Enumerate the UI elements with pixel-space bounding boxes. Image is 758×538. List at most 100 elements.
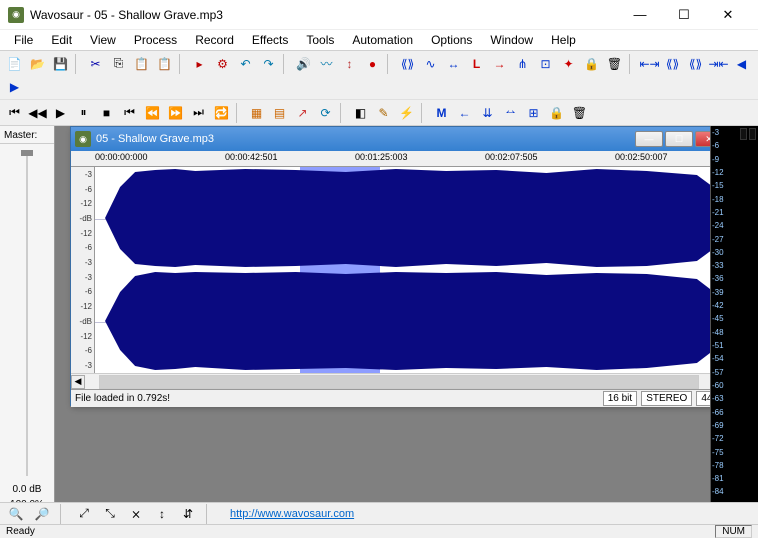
eq-icon[interactable]: ↕: [339, 53, 360, 74]
play-icon[interactable]: ▶: [50, 102, 71, 123]
meter-tick: -66: [712, 408, 738, 417]
stop-icon[interactable]: ■: [96, 102, 117, 123]
tool-b-icon[interactable]: ∿: [420, 53, 441, 74]
menu-edit[interactable]: Edit: [43, 31, 80, 49]
nav-next-icon[interactable]: ⟪⟫: [685, 53, 706, 74]
arrow-right-icon[interactable]: →: [489, 53, 510, 74]
db-scale: -3-6-12-dB-12-6-3 -3-6-12-dB-12-6-3: [71, 167, 95, 373]
open-file-icon[interactable]: 📂: [27, 53, 48, 74]
slice-icon[interactable]: ✦: [558, 53, 579, 74]
zoom-in-icon[interactable]: 🔍: [6, 504, 26, 523]
arrow2-icon[interactable]: ←: [454, 102, 475, 123]
lock2-icon[interactable]: 🔒: [546, 102, 567, 123]
tool-c-icon[interactable]: ↔: [443, 53, 464, 74]
meter-tick: -39: [712, 288, 738, 297]
zoom-fit-icon[interactable]: ⤢: [74, 504, 94, 523]
envelope-icon[interactable]: ↗: [292, 102, 313, 123]
time-ruler[interactable]: 00:00:00:000 00:00:42:501 00:01:25:003 0…: [71, 151, 710, 167]
waveform-display[interactable]: [95, 167, 710, 373]
redo-icon[interactable]: ↷: [258, 53, 279, 74]
edit-wave-icon[interactable]: ⚡: [396, 102, 417, 123]
nav-right-icon[interactable]: ▶: [4, 76, 25, 97]
paste-icon[interactable]: 📋: [131, 53, 152, 74]
go-start-icon[interactable]: ⏮: [119, 102, 140, 123]
meter-tick: -84: [712, 487, 738, 496]
zoom-out-icon[interactable]: 🔎: [32, 504, 52, 523]
inner-maximize-button[interactable]: ☐: [665, 131, 693, 147]
window-title: Wavosaur - 05 - Shallow Grave.mp3: [30, 8, 618, 22]
draw-icon[interactable]: ✎: [373, 102, 394, 123]
process-icon[interactable]: ⊡: [535, 53, 556, 74]
menu-tools[interactable]: Tools: [298, 31, 342, 49]
meter-tick: -18: [712, 195, 738, 204]
zoom-v-out-icon[interactable]: ⇵: [178, 504, 198, 523]
lock-icon[interactable]: 🔒: [581, 53, 602, 74]
horizontal-scrollbar[interactable]: ◀ ▶: [71, 373, 710, 389]
master-label: Master:: [0, 126, 54, 144]
zoom-v-in-icon[interactable]: ↕: [152, 504, 172, 523]
waveform-icon[interactable]: 〰: [316, 53, 337, 74]
nav-end-icon[interactable]: ⇥⇤: [708, 53, 729, 74]
nav-start-icon[interactable]: ⇤⇥: [639, 53, 660, 74]
analyze-icon[interactable]: ⥎: [500, 102, 521, 123]
menu-file[interactable]: File: [6, 31, 41, 49]
audio-window: ◉ 05 - Shallow Grave.mp3 — ☐ ✕ 00:00:00:…: [70, 126, 710, 406]
minimize-button[interactable]: —: [618, 1, 662, 29]
master-slider[interactable]: [0, 144, 54, 482]
group-icon[interactable]: ⊞: [523, 102, 544, 123]
menu-view[interactable]: View: [82, 31, 124, 49]
inner-close-button[interactable]: ✕: [695, 131, 710, 147]
audio-channels-cell: STEREO: [641, 391, 692, 406]
m-marker-icon[interactable]: M: [431, 102, 452, 123]
menu-window[interactable]: Window: [482, 31, 541, 49]
tool-a-icon[interactable]: ⟪⟫: [397, 53, 418, 74]
detect-icon[interactable]: ⋔: [512, 53, 533, 74]
menu-record[interactable]: Record: [187, 31, 242, 49]
rewind-full-icon[interactable]: ⏮: [4, 102, 25, 123]
l-marker-icon[interactable]: L: [466, 53, 487, 74]
meter-tick: -81: [712, 474, 738, 483]
zoom-v-icon[interactable]: ◧: [350, 102, 371, 123]
skip-back-icon[interactable]: ⏪: [142, 102, 163, 123]
go-end-icon[interactable]: ⏭: [188, 102, 209, 123]
loop-icon[interactable]: 🔁: [211, 102, 232, 123]
maximize-button[interactable]: ☐: [662, 1, 706, 29]
paste-special-icon[interactable]: 📋: [154, 53, 175, 74]
new-file-icon[interactable]: 📄: [4, 53, 25, 74]
menu-automation[interactable]: Automation: [344, 31, 421, 49]
inner-minimize-button[interactable]: —: [635, 131, 663, 147]
zoom-sel-icon[interactable]: ⤡: [100, 504, 120, 523]
convert-icon[interactable]: ⟳: [315, 102, 336, 123]
meter-tick: -27: [712, 235, 738, 244]
record-icon[interactable]: ●: [362, 53, 383, 74]
scroll-thumb[interactable]: [100, 376, 698, 388]
marker-add-icon[interactable]: ▸: [189, 53, 210, 74]
pause-icon[interactable]: ⏸: [73, 102, 94, 123]
scroll-left-icon[interactable]: ◀: [71, 375, 85, 389]
copy-icon[interactable]: ⎘: [108, 53, 129, 74]
undo-icon[interactable]: ↶: [235, 53, 256, 74]
rewind-icon[interactable]: ◀◀: [27, 102, 48, 123]
nav-left-icon[interactable]: ◀: [731, 53, 752, 74]
close-button[interactable]: ✕: [706, 1, 750, 29]
homepage-link[interactable]: http://www.wavosaur.com: [230, 508, 354, 520]
meter-bar-right: [749, 128, 756, 140]
menu-help[interactable]: Help: [543, 31, 584, 49]
select-all-icon[interactable]: ▦: [246, 102, 267, 123]
delete2-icon[interactable]: 🗑: [569, 102, 590, 123]
audio-window-title: 05 - Shallow Grave.mp3: [96, 133, 633, 145]
meter-tick: -6: [712, 141, 738, 150]
zoom-1-icon[interactable]: ⨯: [126, 504, 146, 523]
delete-icon[interactable]: 🗑: [604, 53, 625, 74]
menu-options[interactable]: Options: [423, 31, 480, 49]
menu-effects[interactable]: Effects: [244, 31, 296, 49]
skip-fwd-icon[interactable]: ⏩: [165, 102, 186, 123]
save-file-icon[interactable]: 💾: [50, 53, 71, 74]
cut-icon[interactable]: ✂: [85, 53, 106, 74]
select-region-icon[interactable]: ▤: [269, 102, 290, 123]
menu-process[interactable]: Process: [126, 31, 185, 49]
nav-prev-icon[interactable]: ⟪⟫: [662, 53, 683, 74]
marker-settings-icon[interactable]: ⚙: [212, 53, 233, 74]
detect2-icon[interactable]: ⇊: [477, 102, 498, 123]
volume-icon[interactable]: 🔊: [293, 53, 314, 74]
